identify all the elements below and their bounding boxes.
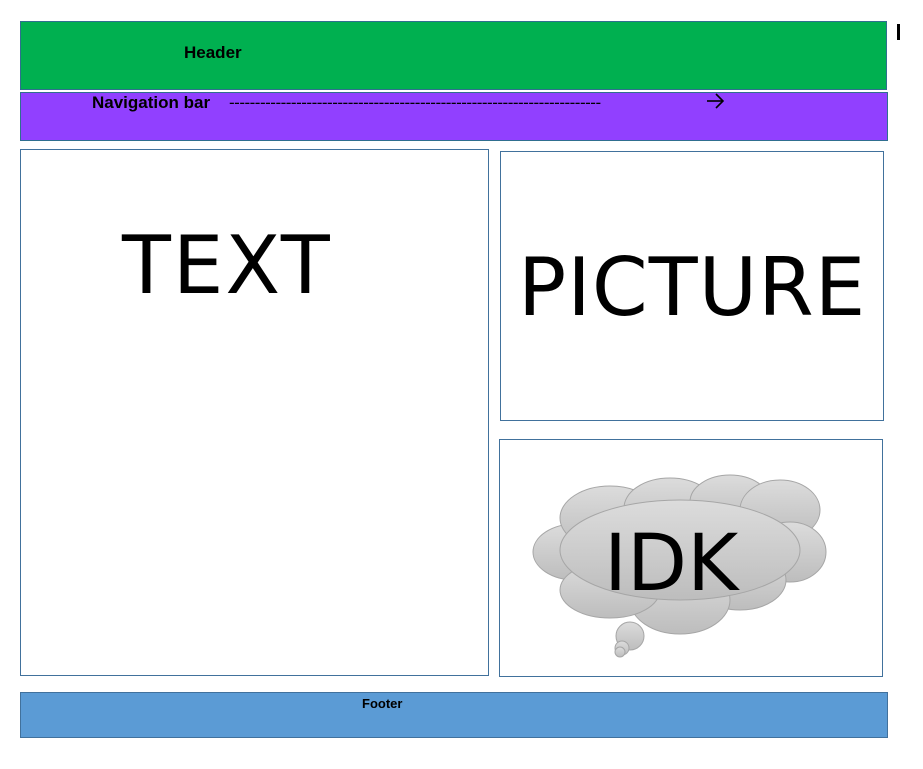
navigation-bar: Navigation bar -------------------------… bbox=[20, 92, 888, 141]
right-arrow-icon bbox=[707, 93, 725, 109]
footer-label: Footer bbox=[362, 696, 403, 711]
nav-label: Navigation bar bbox=[92, 93, 211, 112]
footer-bar: Footer bbox=[20, 692, 888, 738]
text-panel-label: TEXT bbox=[122, 219, 332, 312]
idk-panel: IDK bbox=[499, 439, 883, 677]
edge-marker bbox=[897, 24, 900, 40]
idk-panel-label: IDK bbox=[604, 519, 739, 609]
header-bar: Header bbox=[20, 21, 887, 90]
picture-panel: PICTURE bbox=[500, 151, 884, 421]
picture-panel-label: PICTURE bbox=[518, 241, 867, 334]
nav-dashes: ----------------------------------------… bbox=[229, 93, 601, 112]
header-label: Header bbox=[184, 43, 242, 62]
text-panel: TEXT bbox=[20, 149, 489, 676]
